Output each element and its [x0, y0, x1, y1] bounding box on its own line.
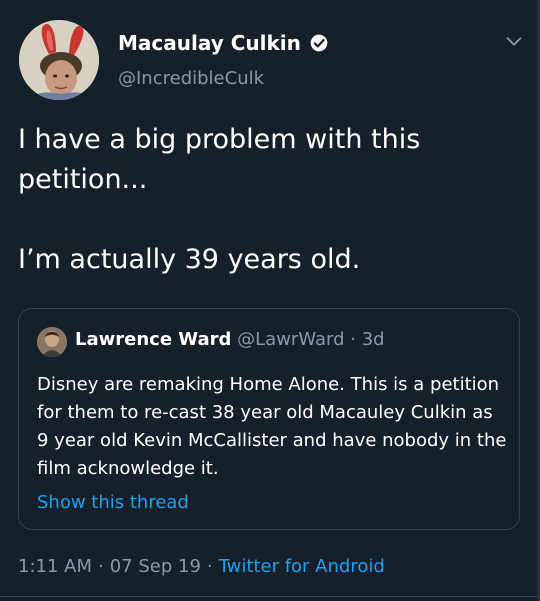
tweet-text: I have a big problem with this petition.… — [18, 120, 518, 280]
quoted-tweet-text: Disney are remaking Home Alone. This is … — [37, 374, 507, 479]
footer-separator: · — [206, 556, 213, 577]
tweet-time[interactable]: 1:11 AM — [18, 556, 92, 577]
author-avatar[interactable] — [19, 20, 99, 100]
quoted-tweet-card[interactable]: Lawrence Ward @LawrWard · 3d Disney are … — [18, 308, 520, 530]
author-handle[interactable]: @IncredibleCulk — [118, 68, 264, 89]
author-name-text: Macaulay Culkin — [118, 31, 301, 55]
verified-badge-icon — [310, 34, 328, 52]
divider — [0, 596, 540, 597]
quoted-author-name[interactable]: Lawrence Ward — [75, 329, 231, 350]
quoted-tweet-age[interactable]: 3d — [362, 329, 385, 350]
chevron-down-icon[interactable] — [503, 30, 525, 52]
tweet-source-link[interactable]: Twitter for Android — [219, 556, 385, 577]
tweet: Macaulay Culkin @IncredibleCulk I have a… — [0, 0, 540, 601]
quoted-author-handle[interactable]: @LawrWard — [237, 329, 344, 350]
tweet-footer: 1:11 AM · 07 Sep 19 · Twitter for Android — [18, 556, 385, 577]
show-thread-link[interactable]: Show this thread — [37, 492, 189, 513]
quoted-author-avatar — [37, 327, 67, 357]
tweet-paragraph: I’m actually 39 years old. — [18, 244, 361, 275]
quoted-avatar-image — [37, 327, 67, 357]
avatar-image — [19, 20, 99, 100]
tweet-date[interactable]: 07 Sep 19 — [110, 556, 201, 577]
quoted-meta-separator: · — [344, 329, 362, 350]
quoted-tweet-header: Lawrence Ward @LawrWard · 3d — [75, 329, 385, 350]
tweet-paragraph: I have a big problem with this petition.… — [18, 124, 421, 195]
author-name[interactable]: Macaulay Culkin — [118, 31, 329, 55]
footer-separator: · — [98, 556, 104, 577]
